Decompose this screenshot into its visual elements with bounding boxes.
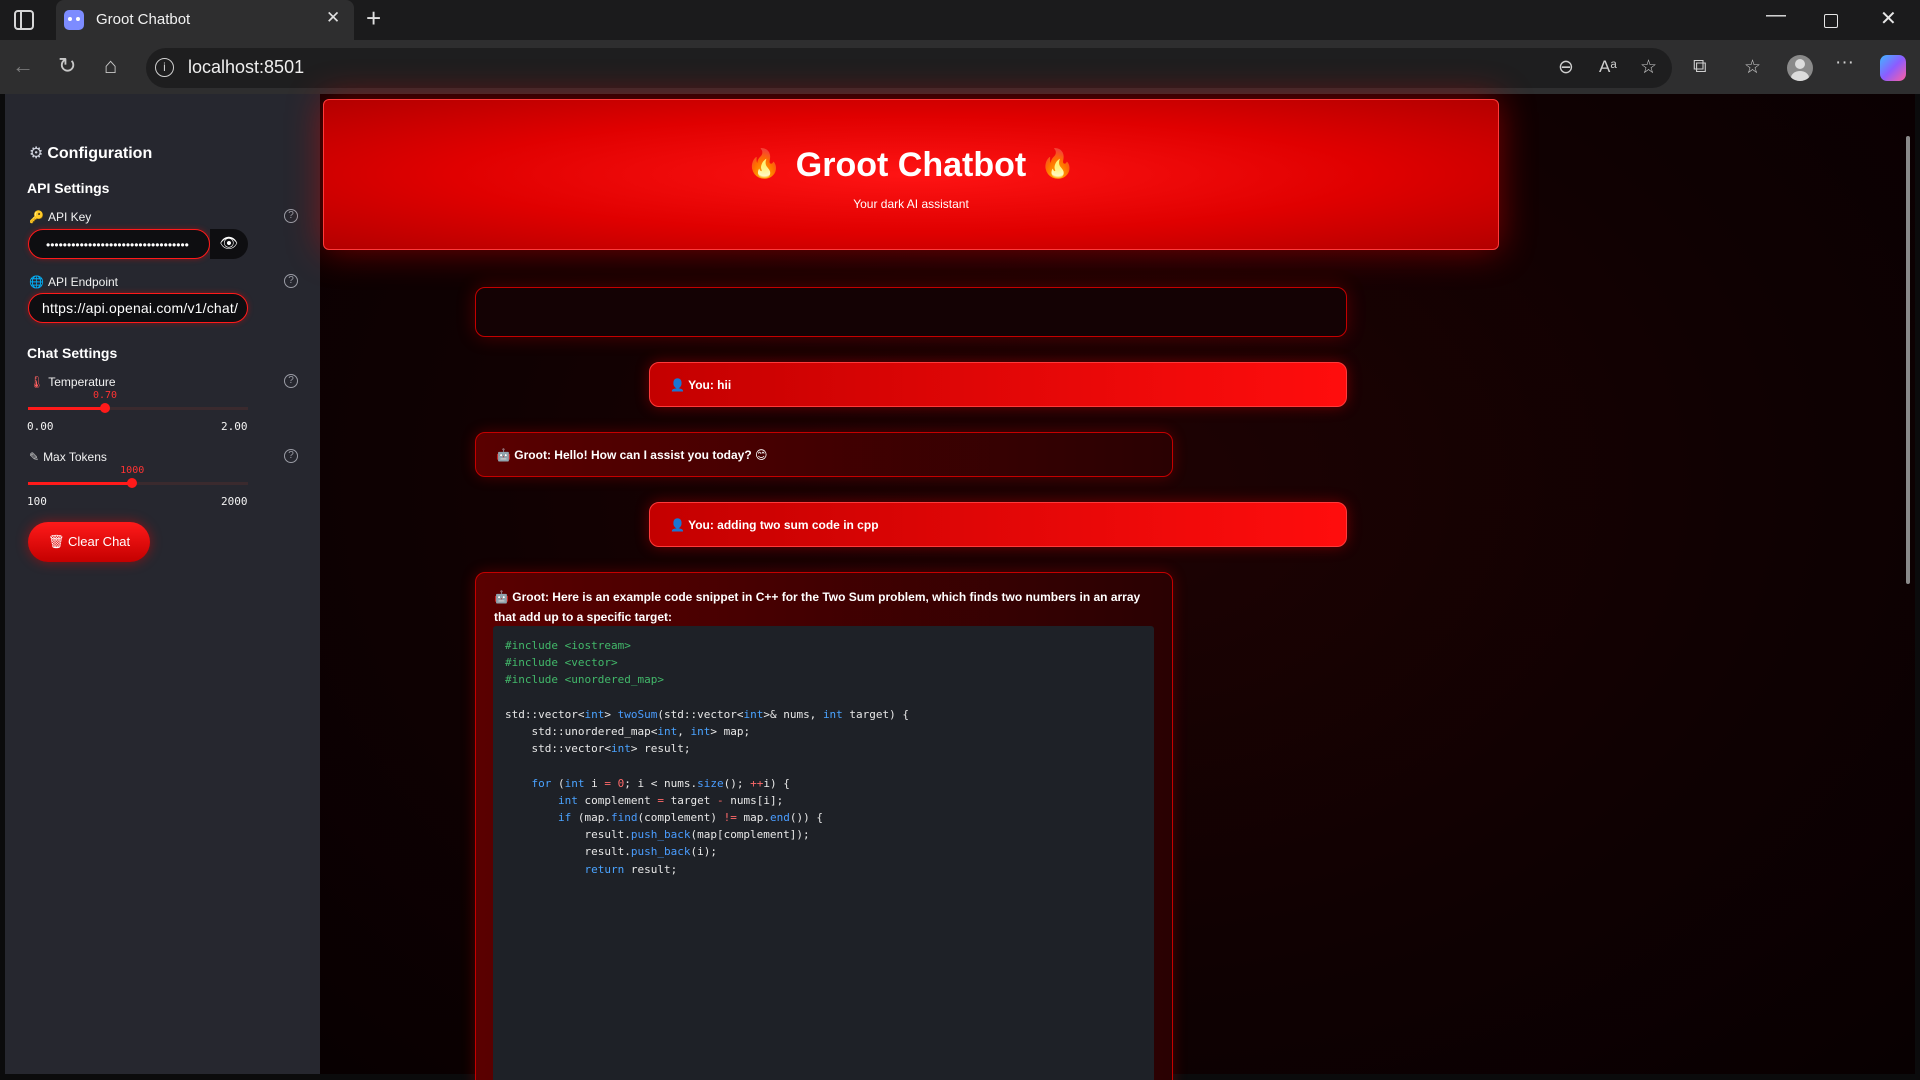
temperature-value: 0.70 (92, 390, 118, 401)
maximize-icon[interactable] (1824, 14, 1838, 28)
max-tokens-min: 100 (27, 495, 47, 508)
code-line: #include <unordered_map> (505, 673, 664, 687)
max-tokens-slider-thumb[interactable] (127, 478, 138, 488)
robot-favicon-icon (64, 10, 84, 30)
browser-titlebar: Groot Chatbot ✕ + — ✕ (0, 0, 1920, 40)
extensions-icon[interactable]: ⧉ (1693, 56, 1707, 78)
max-tokens-label: ✎ Max Tokens (29, 450, 107, 464)
code-line: for (int i = 0; i < nums.size(); ++i) { (531, 776, 790, 790)
message-text: You: hii (688, 378, 732, 392)
message-text: Groot: Here is an example code snippet i… (494, 590, 1141, 624)
refresh-icon[interactable]: ↻ (58, 53, 76, 79)
api-key-value[interactable]: •••••••••••••••••••••••••••••••••• (46, 238, 189, 252)
pencil-icon: ✎ (29, 450, 40, 464)
address-bar[interactable] (146, 48, 1672, 88)
header-banner: 🔥 Groot Chatbot 🔥 Your dark AI assistant (323, 99, 1499, 250)
user-message: 👤 You: adding two sum code in cpp (649, 502, 1347, 547)
code-line: #include <iostream> (505, 639, 631, 652)
chat-input[interactable] (475, 287, 1347, 337)
back-icon[interactable]: ← (12, 53, 34, 79)
sidebar: ⚙ Configuration API Settings 🔑 API Key ? •… (5, 94, 320, 1074)
api-key-help-icon[interactable]: ? (284, 209, 298, 223)
code-line: int complement = target - nums[i]; (557, 793, 784, 807)
read-aloud-icon[interactable]: Aᵃ (1599, 57, 1617, 77)
code-block: #include <iostream> #include <vector> #inc… (493, 626, 1154, 1080)
temperature-label: 🌡 Temperature (29, 375, 116, 389)
api-settings-heading: API Settings (27, 180, 110, 196)
chat-settings-heading: Chat Settings (27, 345, 118, 361)
api-key-label: 🔑 API Key (29, 210, 92, 224)
key-icon: 🔑 (29, 210, 44, 224)
site-info-icon[interactable]: i (155, 58, 174, 77)
copilot-icon[interactable] (1880, 55, 1906, 81)
flame-icon: 🔥 (1040, 148, 1076, 179)
bot-message: 🤖 Groot: Hello! How can I assist you tod… (475, 432, 1173, 477)
favorite-star-icon[interactable]: ☆ (1640, 56, 1657, 79)
page-subtitle: Your dark AI assistant (853, 197, 969, 211)
page-title: 🔥 Groot Chatbot 🔥 (746, 146, 1076, 184)
temperature-slider-fill (28, 407, 105, 410)
temperature-min: 0.00 (27, 420, 54, 433)
api-endpoint-help-icon[interactable]: ? (284, 274, 298, 288)
max-tokens-slider-fill (28, 482, 133, 485)
code-line: return result; (584, 862, 678, 876)
robot-icon: 🤖 (494, 590, 509, 604)
flame-icon: 🔥 (746, 148, 782, 179)
max-tokens-help-icon[interactable]: ? (284, 449, 298, 463)
new-tab-icon[interactable]: + (366, 3, 381, 34)
max-tokens-slider[interactable] (28, 478, 248, 488)
temperature-slider-thumb[interactable] (100, 403, 110, 413)
url-text[interactable]: localhost:8501 (188, 57, 304, 78)
temperature-max: 2.00 (221, 420, 248, 433)
api-endpoint-label: 🌐 API Endpoint (29, 275, 119, 289)
code-line: if (map.find(complement) != map.end()) { (557, 811, 823, 824)
tab-actions-icon[interactable] (14, 10, 34, 30)
profile-avatar-icon[interactable] (1787, 55, 1813, 81)
clear-chat-button[interactable]: 🗑 Clear Chat (28, 522, 150, 562)
minimize-icon[interactable]: — (1766, 4, 1786, 27)
code-line: std::unordered_map<int, int> map; (505, 725, 751, 738)
max-tokens-value: 1000 (120, 465, 145, 476)
code-line: result.push_back(i); (505, 845, 717, 859)
home-icon[interactable]: ⌂ (104, 53, 117, 79)
zoom-out-icon[interactable]: ⊖ (1558, 56, 1574, 79)
page-scrollbar[interactable] (1906, 136, 1910, 584)
user-icon: 👤 (670, 518, 685, 532)
tab-title: Groot Chatbot (96, 11, 191, 28)
more-options-icon[interactable]: ··· (1835, 52, 1854, 74)
favorites-icon[interactable]: ☆ (1744, 56, 1761, 79)
temperature-slider[interactable] (28, 403, 248, 413)
code-line: std::vector<int> result; (505, 742, 691, 756)
user-message: 👤 You: hii (649, 362, 1347, 407)
code-line: #include <vector> (505, 656, 618, 670)
message-text: Groot: Hello! How can I assist you today… (514, 448, 768, 462)
sidebar-title: ⚙ Configuration (29, 145, 153, 162)
message-text: You: adding two sum code in cpp (688, 518, 879, 532)
temperature-help-icon[interactable]: ? (284, 374, 298, 388)
code-line: std::vector<int> twoSum(std::vector<int>… (505, 707, 910, 721)
robot-icon: 🤖 (496, 448, 511, 462)
api-endpoint-value[interactable]: https://api.openai.com/v1/chat/ (42, 300, 238, 316)
close-window-icon[interactable]: ✕ (1880, 6, 1897, 31)
max-tokens-max: 2000 (221, 495, 248, 508)
close-tab-icon[interactable]: ✕ (326, 8, 340, 28)
code-line: result.push_back(map[complement]); (505, 828, 810, 842)
globe-icon: 🌐 (29, 275, 44, 289)
show-password-eye-icon[interactable]: 👁 (210, 229, 248, 259)
gear-icon: ⚙ (29, 145, 44, 162)
thermometer-icon: 🌡 (29, 375, 45, 389)
user-icon: 👤 (670, 378, 685, 392)
trash-icon: 🗑 (47, 534, 65, 549)
